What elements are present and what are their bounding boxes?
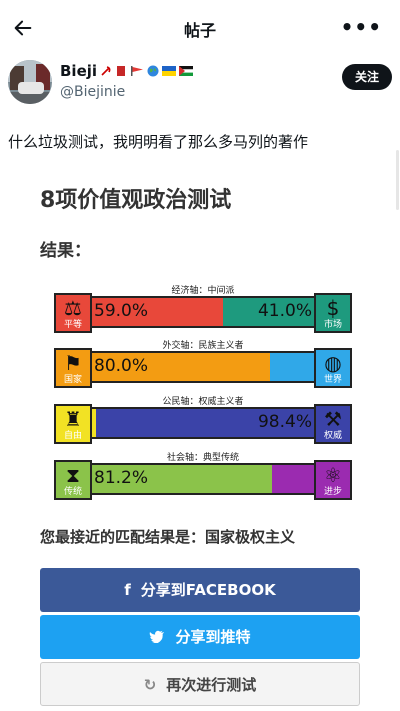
share-facebook-button[interactable]: f 分享到FACEBOOK <box>40 568 360 612</box>
match-result: 您最接近的匹配结果是：国家极权主义 <box>40 528 296 546</box>
share-twitter-label: 分享到推特 <box>175 628 251 646</box>
axis-left-icon-box: ♜ 自由 <box>54 404 92 444</box>
hammer-sickle-icon <box>101 66 111 76</box>
retake-test-label: 再次进行测试 <box>166 676 257 694</box>
axis-bar: 80.0% <box>90 351 316 383</box>
axis-right-segment <box>272 465 314 493</box>
axis-left-caption: 平等 <box>63 320 82 330</box>
axis-right-icon-box: ⚛ 进步 <box>314 460 352 500</box>
twitter-bird-icon <box>149 630 165 644</box>
axis-left-segment: 81.2% <box>92 465 273 493</box>
red-flag-icon <box>131 66 144 76</box>
red-book-icon <box>117 66 126 76</box>
axis-right-segment: 98.4% <box>95 409 314 437</box>
axis-left-caption: 自由 <box>63 431 82 441</box>
globe-emoji-icon <box>147 65 159 77</box>
axis-left-percent: 81.2% <box>94 468 149 488</box>
axis-right-caption: 市场 <box>323 320 342 330</box>
axis-right-icon-box: $ 市场 <box>314 293 352 333</box>
axis-left-icon-box: ⚑ 国家 <box>54 348 92 388</box>
avatar[interactable] <box>8 60 52 104</box>
top-bar: 帖子 ••• <box>0 0 400 56</box>
axis-right-caption: 世界 <box>323 375 342 385</box>
axis-bar: 81.2% <box>90 463 316 495</box>
axis-left-caption: 传统 <box>63 487 82 497</box>
share-twitter-button[interactable]: 分享到推特 <box>40 615 360 659</box>
axis-left-segment: 59.0% <box>92 298 223 326</box>
axis-row: 经济轴：中间派 ⚖ 平等 $ 市场 59.0% 41.0% <box>54 283 352 333</box>
axis-row: 公民轴：权威主义者 ♜ 自由 ⚒ 权威 98.4% <box>54 394 352 444</box>
axis-label: 经济轴：中间派 <box>171 286 235 296</box>
facebook-icon: f <box>124 581 131 599</box>
results-label: 结果： <box>40 241 91 261</box>
axis-right-icon-box: ⚒ 权威 <box>314 404 352 444</box>
axis-left-caption: 国家 <box>63 375 82 385</box>
axis-row: 外交轴：民族主义者 ⚑ 国家 ◍ 世界 80.0% <box>54 338 352 388</box>
card-title: 8项价值观政治测试 <box>40 188 232 213</box>
axis-right-percent: 98.4% <box>257 412 312 432</box>
axis-right-caption: 进步 <box>323 487 342 497</box>
axis-right-icon-box: ◍ 世界 <box>314 348 352 388</box>
axis-left-segment: 80.0% <box>92 353 270 381</box>
author-row: Bieji @Biejinie 关注 <box>8 58 392 108</box>
scrollbar[interactable] <box>396 150 399 210</box>
axis-left-percent: 80.0% <box>94 356 149 376</box>
result-card-image[interactable]: 8项价值观政治测试 结果： 经济轴：中间派 ⚖ 平等 $ 市场 59.0% 41.0% 外交轴… <box>8 168 380 711</box>
axis-left-icon-box: ⧗ 传统 <box>54 460 92 500</box>
follow-button[interactable]: 关注 <box>342 64 392 90</box>
axis-label: 外交轴：民族主义者 <box>162 341 244 351</box>
author-handle[interactable]: @Biejinie <box>60 84 125 100</box>
axis-right-percent: 41.0% <box>257 301 312 321</box>
palestine-flag-icon <box>179 66 194 76</box>
axis-label: 社会轴：典型传统 <box>166 453 239 463</box>
more-options-icon[interactable]: ••• <box>341 17 382 37</box>
axis-right-segment <box>269 353 314 381</box>
author-name-row[interactable]: Bieji <box>60 62 194 80</box>
share-facebook-label: 分享到FACEBOOK <box>140 581 276 599</box>
axis-row: 社会轴：典型传统 ⧗ 传统 ⚛ 进步 81.2% <box>54 450 352 500</box>
axis-label: 公民轴：权威主义者 <box>162 397 244 407</box>
retake-test-button[interactable]: ↻ 再次进行测试 <box>40 662 360 706</box>
ukraine-flag-icon <box>162 66 177 76</box>
author-name[interactable]: Bieji <box>60 62 97 80</box>
axis-left-icon-box: ⚖ 平等 <box>54 293 92 333</box>
axis-right-segment: 41.0% <box>222 298 314 326</box>
axis-bar: 59.0% 41.0% <box>90 296 316 328</box>
axis-bar: 98.4% <box>90 407 316 439</box>
refresh-icon: ↻ <box>143 676 157 694</box>
tweet-text: 什么垃圾测试，我明明看了那么多马列的著作 <box>8 133 309 151</box>
axis-right-caption: 权威 <box>323 431 342 441</box>
axis-left-percent: 59.0% <box>94 301 149 321</box>
